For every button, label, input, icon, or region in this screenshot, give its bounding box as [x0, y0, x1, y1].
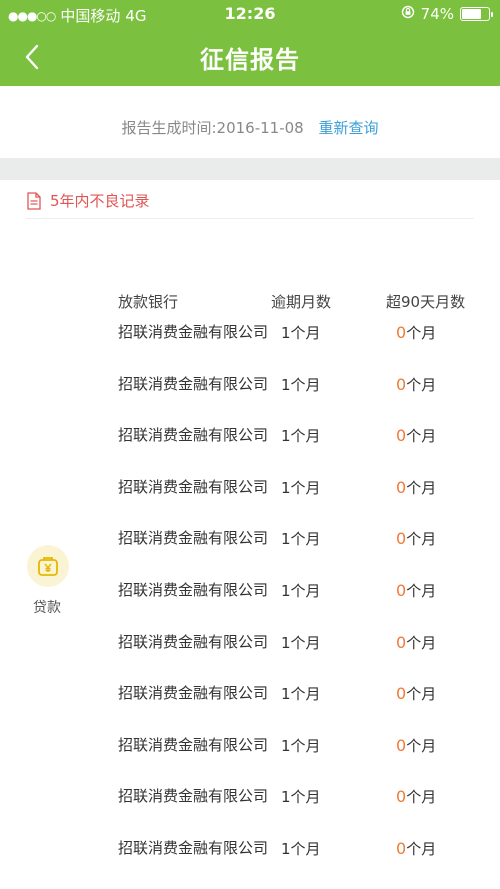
over90-months: 0个月	[396, 322, 436, 343]
bank-name: 招联消费金融有限公司	[118, 684, 269, 703]
overdue-months: 1个月	[281, 530, 321, 549]
column-header-bank: 放款银行	[118, 293, 179, 311]
overdue-months: 1个月	[281, 427, 321, 446]
over90-unit: 个月	[406, 736, 437, 755]
overdue-months: 1个月	[281, 685, 321, 704]
bank-name: 招联消费金融有限公司	[118, 529, 269, 548]
over90-months: 0个月	[396, 786, 436, 807]
overdue-months: 1个月	[281, 736, 321, 755]
over90-count: 0	[396, 323, 407, 342]
over90-months: 0个月	[396, 528, 436, 549]
bank-name: 招联消费金融有限公司	[118, 323, 269, 341]
bank-name: 招联消费金融有限公司	[118, 838, 269, 857]
status-bar: ●●●○○ 中国移动 4G 12:26 74%	[0, 0, 500, 28]
nav-bar: 征信报告	[0, 28, 500, 86]
over90-unit: 个月	[406, 427, 437, 446]
overdue-months: 1个月	[281, 375, 321, 394]
overdue-months: 1个月	[281, 839, 321, 858]
over90-months: 0个月	[396, 632, 436, 653]
over90-count: 0	[396, 477, 407, 497]
table-row: 招联消费金融有限公司 1个月 0个月	[0, 475, 500, 527]
column-header-over90: 超90天月数	[386, 293, 466, 311]
table-row: 招联消费金融有限公司 1个月 0个月	[0, 320, 500, 372]
table-row: 招联消费金融有限公司 1个月 0个月	[0, 733, 500, 785]
bank-name: 招联消费金融有限公司	[118, 426, 269, 445]
table-row: 招联消费金融有限公司 1个月 0个月	[0, 578, 500, 630]
status-right: 74%	[401, 5, 493, 23]
over90-unit: 个月	[406, 581, 437, 600]
over90-count: 0	[396, 735, 407, 755]
over90-months: 0个月	[396, 374, 436, 395]
table-row: 招联消费金融有限公司 1个月 0个月	[0, 423, 500, 475]
over90-count: 0	[396, 426, 407, 446]
over90-unit: 个月	[406, 788, 437, 807]
over90-unit: 个月	[406, 839, 437, 858]
table-row: 招联消费金融有限公司 1个月 0个月	[0, 630, 500, 682]
table-row: 招联消费金融有限公司 1个月 0个月	[0, 372, 500, 424]
overdue-months: 1个月	[281, 788, 321, 807]
bank-name: 招联消费金融有限公司	[118, 477, 269, 496]
over90-months: 0个月	[396, 580, 436, 601]
table-row: 招联消费金融有限公司 1个月 0个月	[0, 526, 500, 578]
bank-name: 招联消费金融有限公司	[118, 580, 269, 599]
over90-count: 0	[396, 580, 407, 600]
bank-name: 招联消费金融有限公司	[118, 374, 269, 393]
battery-fill	[462, 9, 481, 19]
overdue-months: 1个月	[281, 478, 321, 497]
over90-months: 0个月	[396, 838, 436, 859]
over90-unit: 个月	[406, 478, 437, 497]
bank-name: 招联消费金融有限公司	[118, 735, 269, 754]
over90-months: 0个月	[396, 477, 436, 498]
bank-name: 招联消费金融有限公司	[118, 787, 269, 806]
over90-unit: 个月	[406, 633, 437, 652]
table-row: 招联消费金融有限公司 1个月 0个月	[0, 681, 500, 733]
requery-link[interactable]: 重新查询	[319, 119, 379, 137]
battery-percent: 74%	[420, 5, 454, 23]
over90-count: 0	[396, 787, 407, 807]
over90-unit: 个月	[406, 685, 437, 704]
loan-table: 招联消费金融有限公司 1个月 0个月 招联消费金融有限公司 1个月 0个月 招联消费金融…	[0, 320, 500, 888]
over90-count: 0	[396, 374, 407, 394]
table-row: 招联消费金融有限公司 1个月 0个月	[0, 784, 500, 836]
section-divider	[0, 158, 500, 180]
overdue-months: 1个月	[281, 324, 321, 342]
battery-icon	[460, 7, 493, 21]
over90-months: 0个月	[396, 683, 436, 704]
over90-unit: 个月	[406, 530, 437, 549]
over90-unit: 个月	[406, 324, 437, 342]
over90-unit: 个月	[406, 375, 437, 394]
report-generated-label: 报告生成时间:2016-11-08	[121, 119, 304, 137]
page-title: 征信报告	[200, 46, 300, 74]
column-header-overdue: 逾期月数	[271, 293, 332, 311]
over90-months: 0个月	[396, 735, 436, 756]
document-icon	[27, 191, 41, 210]
over90-count: 0	[396, 684, 407, 704]
orientation-lock-icon	[401, 5, 415, 23]
section-title: 5年内不良记录	[50, 192, 150, 210]
over90-count: 0	[396, 838, 407, 858]
over90-months: 0个月	[396, 425, 436, 446]
bank-name: 招联消费金融有限公司	[118, 632, 269, 651]
section-underline	[26, 218, 474, 219]
over90-count: 0	[396, 632, 407, 652]
section-header: 5年内不良记录	[26, 190, 150, 211]
overdue-months: 1个月	[281, 581, 321, 600]
table-row: 招联消费金融有限公司 1个月 0个月	[0, 836, 500, 888]
report-time-row: 报告生成时间:2016-11-08 重新查询	[0, 117, 500, 138]
overdue-months: 1个月	[281, 633, 321, 652]
over90-count: 0	[396, 529, 407, 549]
